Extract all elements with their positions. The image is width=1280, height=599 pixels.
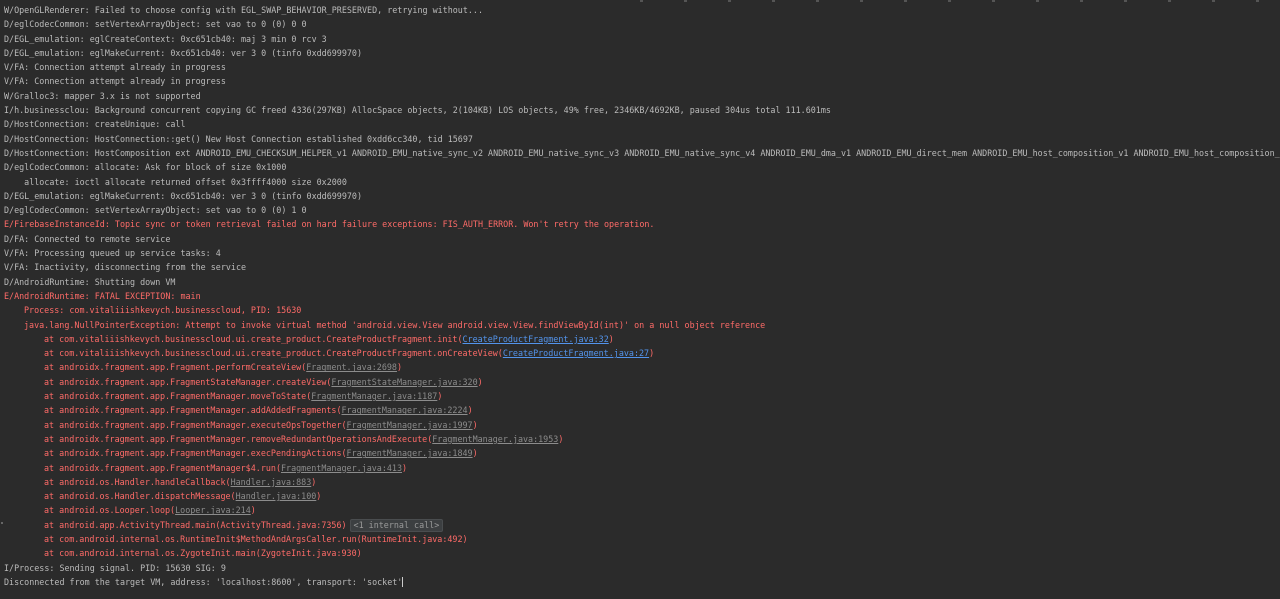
stack-frame: at androidx.fragment.app.FragmentManager…	[0, 389, 1280, 403]
stack-frame: at androidx.fragment.app.FragmentManager…	[0, 432, 1280, 446]
stack-frame-text: )	[649, 348, 655, 359]
stack-frame-text: )	[311, 476, 317, 487]
source-file-link[interactable]: Looper.java:214	[175, 505, 251, 515]
log-line: I/Process: Sending signal. PID: 15630 SI…	[4, 562, 226, 573]
source-file-link[interactable]: FragmentManager.java:413	[281, 463, 402, 473]
stack-trace: at com.vitaliiishkevych.businesscloud.ui…	[0, 332, 1280, 518]
source-file-link[interactable]: Handler.java:883	[231, 477, 312, 487]
stack-frame-text: at androidx.fragment.app.FragmentManager…	[44, 433, 433, 444]
source-file-link[interactable]: FragmentStateManager.java:320	[331, 377, 477, 387]
stack-frame: at androidx.fragment.app.FragmentManager…	[0, 403, 1280, 417]
stack-frame-text: )	[250, 505, 256, 516]
disconnected-text: Disconnected from the target VM, address…	[4, 576, 403, 587]
stack-frame: at android.os.Handler.dispatchMessage(Ha…	[0, 489, 1280, 503]
stack-frame-text: at android.os.Handler.dispatchMessage(	[44, 491, 236, 502]
log-line: allocate: ioctl allocate returned offset…	[4, 176, 347, 187]
stack-frame: at android.app.ActivityThread.main(Activ…	[0, 518, 1280, 532]
stack-frame-text: at android.app.ActivityThread.main(Activ…	[44, 519, 347, 530]
fatal-exception-line: E/AndroidRuntime: FATAL EXCEPTION: main	[4, 290, 201, 301]
log-line: D/eglCodecCommon: allocate: Ask for bloc…	[4, 162, 287, 173]
source-file-link[interactable]: FragmentManager.java:1849	[347, 448, 473, 458]
stack-frame-text: )	[472, 419, 478, 430]
log-line: V/FA: Connection attempt already in prog…	[4, 62, 226, 73]
source-file-link[interactable]: CreateProductFragment.java:27	[503, 348, 649, 358]
logcat-console[interactable]: W/OpenGLRenderer: Failed to choose confi…	[0, 0, 1280, 599]
stack-frame-text: at androidx.fragment.app.FragmentManager…	[44, 391, 312, 402]
stack-frame-text: at com.vitaliiishkevych.businesscloud.ui…	[44, 348, 503, 359]
stack-frame-text: )	[472, 448, 478, 459]
stack-frame-text: )	[477, 376, 483, 387]
stack-frame-text: at androidx.fragment.app.FragmentStateMa…	[44, 376, 332, 387]
internal-calls-fold-button[interactable]: <1 internal call>	[349, 518, 444, 532]
stack-frame-text: at androidx.fragment.app.FragmentManager…	[44, 405, 342, 416]
toolbar-edge-dots	[640, 0, 1280, 2]
stack-frame-text: )	[558, 433, 564, 444]
stack-frame: at com.vitaliiishkevych.businesscloud.ui…	[0, 346, 1280, 360]
gutter-marker	[1, 522, 3, 524]
stack-frame: at androidx.fragment.app.FragmentStateMa…	[0, 375, 1280, 389]
source-file-link[interactable]: FragmentManager.java:1953	[432, 434, 558, 444]
log-line: V/FA: Connection attempt already in prog…	[4, 76, 226, 87]
source-file-link[interactable]: Handler.java:100	[236, 491, 317, 501]
stack-frame: at androidx.fragment.app.FragmentManager…	[0, 461, 1280, 475]
stack-frame-text: )	[316, 491, 322, 502]
log-line: D/EGL_emulation: eglMakeCurrent: 0xc651c…	[4, 47, 362, 58]
stack-frame-text: at android.os.Handler.handleCallback(	[44, 476, 231, 487]
stack-frame: at android.os.Looper.loop(Looper.java:21…	[0, 503, 1280, 517]
exception-message-line: java.lang.NullPointerException: Attempt …	[24, 319, 766, 330]
log-line: D/FA: Connected to remote service	[4, 233, 171, 244]
stack-frame-text: at androidx.fragment.app.FragmentManager…	[44, 419, 347, 430]
process-info-line: Process: com.vitaliiishkevych.businesscl…	[24, 305, 302, 316]
stack-frame-text: at androidx.fragment.app.FragmentManager…	[44, 462, 281, 473]
log-line: D/HostConnection: createUnique: call	[4, 119, 186, 130]
log-line: D/HostConnection: HostConnection::get() …	[4, 133, 473, 144]
log-line: W/Gralloc3: mapper 3.x is not supported	[4, 90, 201, 101]
stack-frame: at androidx.fragment.app.FragmentManager…	[0, 418, 1280, 432]
disconnected-line: Disconnected from the target VM, address…	[0, 575, 1280, 589]
stack-frame: at com.vitaliiishkevych.businesscloud.ui…	[0, 332, 1280, 346]
source-file-link[interactable]: FragmentManager.java:1997	[347, 420, 473, 430]
stack-frame: at com.android.internal.os.ZygoteInit.ma…	[44, 548, 362, 559]
source-file-link[interactable]: CreateProductFragment.java:32	[463, 334, 609, 344]
log-line: I/h.businessclou: Background concurrent …	[4, 105, 831, 116]
log-line: W/OpenGLRenderer: Failed to choose confi…	[4, 5, 484, 15]
stack-frame-text: at androidx.fragment.app.Fragment.perfor…	[44, 362, 307, 373]
stack-frame-text: at com.vitaliiishkevych.businesscloud.ui…	[44, 333, 463, 344]
error-log-line: E/FirebaseInstanceId: Topic sync or toke…	[4, 219, 655, 230]
stack-frame-text: )	[467, 405, 473, 416]
stack-frame-text: at android.os.Looper.loop(	[44, 505, 176, 516]
stack-frame-text: )	[608, 333, 614, 344]
log-line: V/FA: Inactivity, disconnecting from the…	[4, 262, 247, 273]
stack-frame-text: at androidx.fragment.app.FragmentManager…	[44, 448, 347, 459]
log-line: D/eglCodecCommon: setVertexArrayObject: …	[4, 19, 307, 30]
log-line: D/eglCodecCommon: setVertexArrayObject: …	[4, 205, 307, 216]
log-line: V/FA: Processing queued up service tasks…	[4, 248, 221, 259]
stack-frame-text: )	[437, 391, 443, 402]
source-file-link[interactable]: Fragment.java:2698	[306, 362, 397, 372]
stack-frame-text: )	[402, 462, 408, 473]
log-line: D/AndroidRuntime: Shutting down VM	[4, 276, 176, 287]
source-file-link[interactable]: FragmentManager.java:1187	[311, 391, 437, 401]
log-line: D/HostConnection: HostComposition ext AN…	[4, 147, 1280, 158]
log-line: D/EGL_emulation: eglCreateContext: 0xc65…	[4, 33, 327, 44]
log-line: D/EGL_emulation: eglMakeCurrent: 0xc651c…	[4, 190, 362, 201]
stack-frame: at androidx.fragment.app.Fragment.perfor…	[0, 360, 1280, 374]
stack-frame-text: )	[396, 362, 403, 373]
text-cursor	[402, 577, 404, 588]
stack-frame: at android.os.Handler.handleCallback(Han…	[0, 475, 1280, 489]
stack-frame: at com.android.internal.os.RuntimeInit$M…	[44, 533, 468, 544]
source-file-link[interactable]: FragmentManager.java:2224	[342, 405, 468, 415]
stack-frame: at androidx.fragment.app.FragmentManager…	[0, 446, 1280, 460]
